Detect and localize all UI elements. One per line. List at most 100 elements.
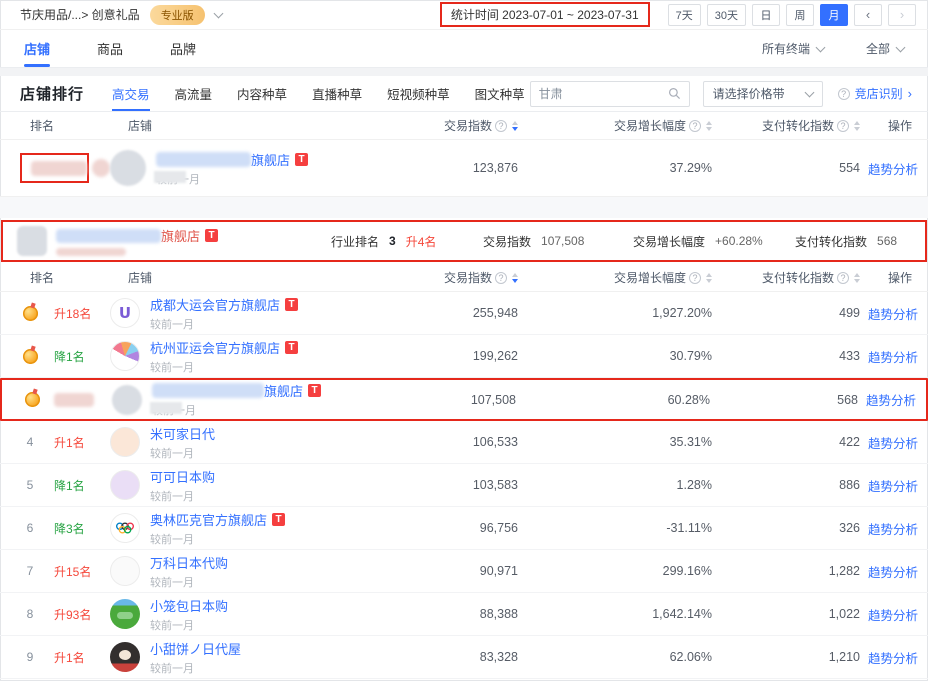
vs-previous-label: 较前一月 [156,171,200,187]
sort-icon[interactable] [706,121,712,131]
col-header-conversion[interactable]: 支付转化指数? [720,117,868,134]
main-tab-0[interactable]: 店铺 [24,30,50,67]
range-button-1[interactable]: 30天 [707,4,746,26]
transaction-index-value: 83,328 [296,650,526,664]
shop-name-link[interactable]: 小甜饼ノ日代屋 [150,639,241,658]
help-icon[interactable]: ? [689,272,701,284]
nav-filters: 所有终端 全部 [762,40,904,57]
col-header-rank: 排名 [0,117,96,134]
breadcrumb-text[interactable]: 节庆用品/...> 创意礼品 [20,6,140,23]
range-button-4[interactable]: 月 [820,4,848,26]
help-icon[interactable]: ? [837,272,849,284]
rank-cell: 5降1名 [0,477,96,494]
rank-cell [2,392,98,407]
help-icon[interactable]: ? [837,120,849,132]
trend-analysis-link[interactable]: 趋势分析 [868,523,918,537]
trend-analysis-link[interactable]: 趋势分析 [868,437,918,451]
col-header-index[interactable]: 交易指数? [296,117,526,134]
help-icon[interactable]: ? [838,88,850,100]
search-input[interactable] [539,87,668,101]
ranking-tab-1[interactable]: 高流量 [175,76,213,111]
ranking-tab-4[interactable]: 短视频种草 [387,76,450,111]
shop-name-link[interactable]: 小笼包日本购 [150,596,228,615]
shop-cell: 旗舰店 T [17,226,317,256]
trend-analysis-link[interactable]: 趋势分析 [866,394,916,408]
main-tab-2[interactable]: 品牌 [170,30,196,67]
range-button-2[interactable]: 日 [752,4,780,26]
scope-filter[interactable]: 全部 [866,40,904,57]
help-icon[interactable]: ? [495,272,507,284]
shop-name-suffix: 旗舰店 [161,226,200,245]
shop-name-suffix[interactable]: 旗舰店 [251,150,290,169]
ranking-tab-0[interactable]: 高交易 [112,76,150,111]
sort-icon[interactable] [706,273,712,283]
prev-period-button[interactable]: ‹ [854,4,882,26]
competitor-detect-link[interactable]: ? 竞店识别 › [838,85,912,102]
main-tab-1[interactable]: 商品 [97,30,123,67]
redacted-shop-name [56,229,161,243]
medal-icon [23,349,38,364]
rank-change: 降3名 [54,520,85,537]
chevron-down-icon [804,87,814,97]
shop-name-link[interactable]: 成都大运会官方旗舰店 [150,295,280,314]
price-band-select[interactable]: 请选择价格带 [703,81,823,107]
shop-cell: 杭州亚运会官方旗舰店T较前一月 [96,338,296,375]
section-divider [0,196,928,218]
summary-growth: 交易增长幅度 +60.28% [633,233,795,250]
growth-value: 299.16% [526,564,720,578]
col-header-index[interactable]: 交易指数? [296,269,526,286]
shop-name-link[interactable]: 奥林匹克官方旗舰店 [150,510,267,529]
chevron-down-icon[interactable] [213,8,223,18]
rank-number: 9 [18,650,42,664]
next-period-button[interactable]: › [888,4,916,26]
conversion-value: 886 [720,478,868,492]
help-icon[interactable]: ? [689,120,701,132]
ranking-tab-5[interactable]: 图文种草 [475,76,525,111]
shop-name-link[interactable]: 可可日本购 [150,467,215,486]
competitor-link-label: 竞店识别 [855,85,903,102]
shop-name-link[interactable]: 杭州亚运会官方旗舰店 [150,338,280,357]
sort-icon[interactable] [854,121,860,131]
trend-analysis-link[interactable]: 趋势分析 [868,652,918,666]
industry-rank-label: 行业排名 [331,233,379,250]
ranking-tab-2[interactable]: 内容种草 [237,76,287,111]
col-header-growth[interactable]: 交易增长幅度? [526,117,720,134]
shop-name-link[interactable]: 米可家日代 [150,424,215,443]
panel-header: 店铺排行 高交易高流量内容种草直播种草短视频种草图文种草 请选择价格带 ? 竞店… [0,76,928,112]
terminal-filter[interactable]: 所有终端 [762,40,824,57]
trend-analysis-link[interactable]: 趋势分析 [868,609,918,623]
col-header-conversion[interactable]: 支付转化指数? [720,269,868,286]
shop-cell: 万科日本代购较前一月 [96,553,296,590]
growth-value: 1.28% [526,478,720,492]
sort-icon[interactable] [512,273,518,283]
shop-row: 旗舰店T较前一月107,50860.28%568趋势分析 [0,378,928,421]
trend-analysis-link[interactable]: 趋势分析 [868,308,918,322]
shop-name-link[interactable]: 万科日本代购 [150,553,228,572]
growth-value: 30.79% [526,349,720,363]
trend-analysis-link[interactable]: 趋势分析 [868,351,918,365]
ranking-tab-3[interactable]: 直播种草 [312,76,362,111]
conversion-value: 568 [877,234,897,248]
col-header-growth[interactable]: 交易增长幅度? [526,269,720,286]
rank-change: 升93名 [54,606,91,623]
vs-previous-label: 较前一月 [150,617,194,633]
sort-icon[interactable] [854,273,860,283]
breadcrumb[interactable]: 节庆用品/...> 创意礼品 专业版 [20,5,222,25]
range-button-0[interactable]: 7天 [668,4,701,26]
shop-rows: 升18名U成都大运会官方旗舰店T较前一月255,9481,927.20%499趋… [0,292,928,679]
range-button-3[interactable]: 周 [786,4,814,26]
summary-conversion: 支付转化指数 568 [795,233,925,250]
trend-analysis-link[interactable]: 趋势分析 [868,566,918,580]
scope-filter-label: 全部 [866,40,890,57]
sort-icon[interactable] [512,121,518,131]
rank-cell: 降1名 [0,348,96,365]
help-icon[interactable]: ? [495,120,507,132]
industry-rank-value: 3 [389,234,396,248]
tmall-badge: T [205,229,218,242]
trend-analysis-link[interactable]: 趋势分析 [868,480,918,494]
topbar: 节庆用品/...> 创意礼品 专业版 统计时间 2023-07-01 ~ 202… [0,0,928,30]
shop-search[interactable] [530,81,690,107]
transaction-index-value: 255,948 [296,306,526,320]
transaction-index-value: 199,262 [296,349,526,363]
trend-analysis-link[interactable]: 趋势分析 [868,163,918,177]
